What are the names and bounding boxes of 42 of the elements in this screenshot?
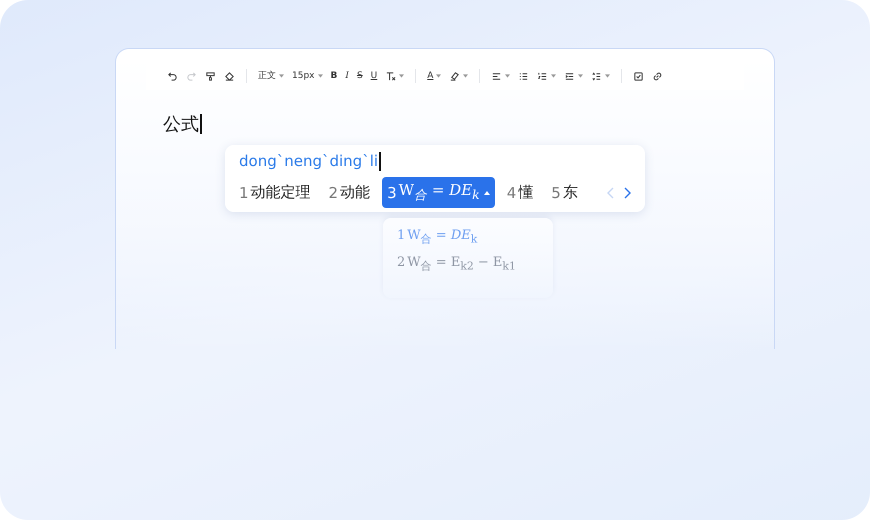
style-button[interactable]: 15px (289, 68, 326, 84)
style-button[interactable]: 正文 (255, 68, 287, 84)
caret-icon (605, 74, 610, 78)
strike-button[interactable]: S (354, 68, 366, 84)
candidate[interactable]: 1动能定理 (239, 180, 317, 205)
paint-icon (205, 70, 216, 82)
italic-button[interactable]: I (342, 68, 352, 84)
undo-icon (167, 70, 178, 82)
tasklist-icon (633, 70, 644, 82)
text-cursor (379, 152, 381, 170)
caret-icon (578, 74, 584, 78)
caret-icon (279, 74, 284, 78)
lineheight-icon (591, 70, 602, 82)
link-icon (652, 70, 664, 82)
highlighter-icon (449, 70, 460, 82)
eraser-icon (224, 70, 235, 82)
caret-icon (505, 74, 510, 78)
underline-button[interactable]: U (368, 68, 380, 84)
caret-icon (436, 74, 442, 78)
candidate[interactable]: 2 动能 (322, 180, 376, 205)
document-text: 公式 (163, 113, 199, 136)
bold-button[interactable]: B (328, 68, 340, 84)
caret-icon (463, 74, 468, 78)
caret-icon (318, 74, 322, 78)
candidate[interactable]: 5 东 (545, 180, 584, 205)
align-icon (491, 70, 502, 82)
chevron-left-icon (607, 186, 615, 198)
candidate[interactable]: 4懂 (500, 180, 540, 205)
pinyin-composition: dong`neng`ding`li (239, 152, 378, 170)
text-cursor (200, 114, 202, 134)
underline-button[interactable]: A (424, 68, 444, 84)
caret-icon (484, 190, 490, 194)
clearformat-icon (385, 70, 396, 82)
candidate[interactable]: 3W$_{合}$ = DE$_{k}$ (382, 177, 495, 208)
next-page-button[interactable] (623, 186, 631, 198)
caret-icon (551, 74, 556, 78)
bullets-icon (518, 70, 530, 82)
numbers-icon (537, 70, 548, 82)
indent-icon (564, 70, 576, 82)
redo-icon (186, 70, 197, 82)
chevron-right-icon (623, 186, 631, 198)
caret-icon (399, 74, 404, 78)
